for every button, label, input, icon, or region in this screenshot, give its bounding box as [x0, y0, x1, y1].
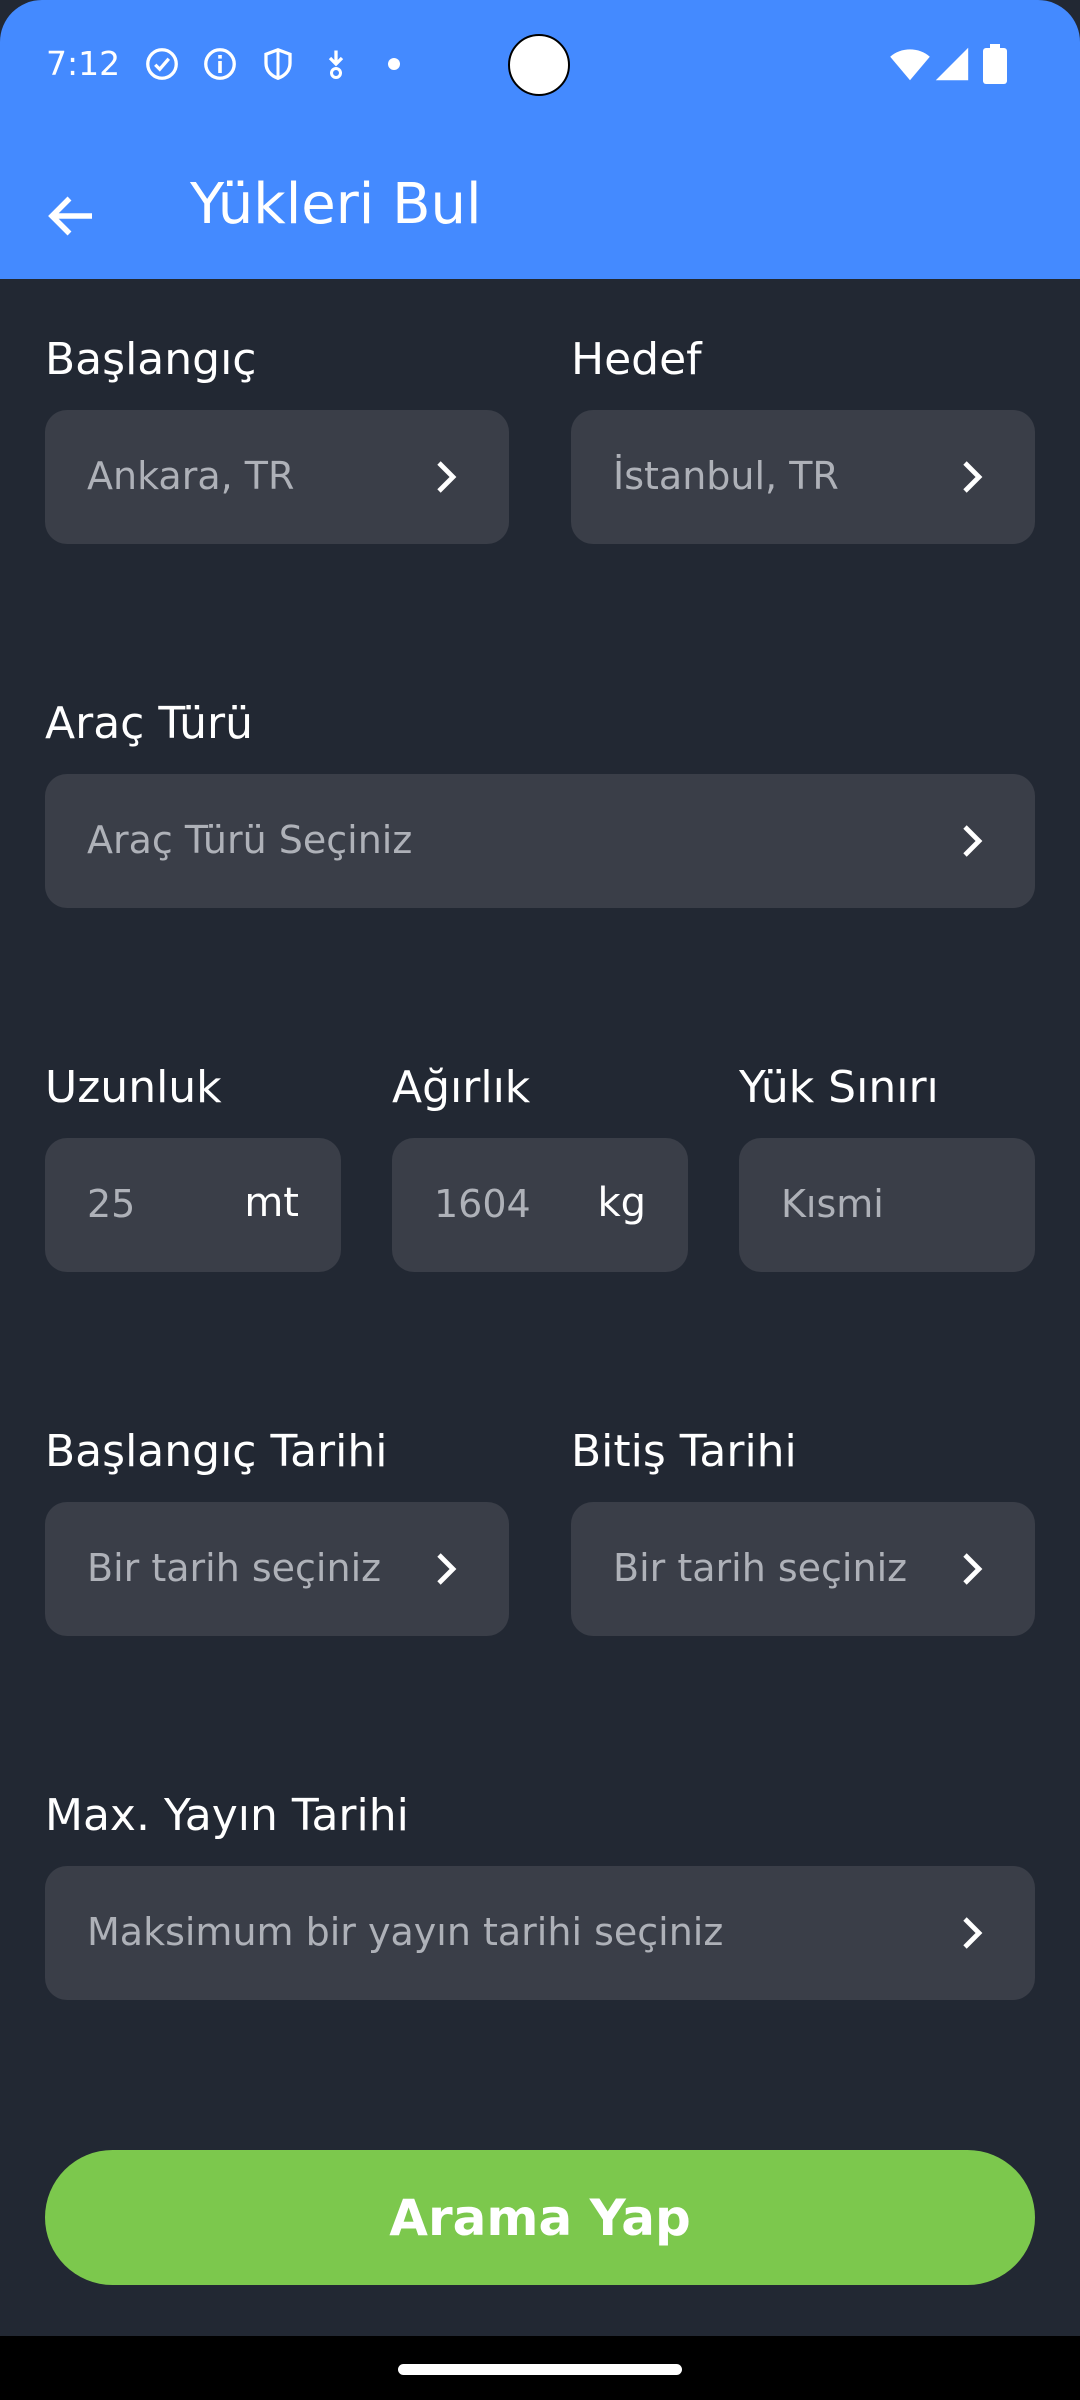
destination-field[interactable]: İstanbul, TR	[571, 410, 1035, 544]
origin-field[interactable]: Ankara, TR	[45, 410, 509, 544]
vehicle-type-field[interactable]: Araç Türü Seçiniz	[45, 774, 1035, 908]
check-circle-icon	[146, 48, 178, 80]
length-input[interactable]: 25 mt	[45, 1138, 341, 1272]
weight-value: 1604	[434, 1182, 531, 1226]
chevron-right-icon	[963, 1553, 983, 1585]
shield-icon	[264, 47, 292, 80]
end-date-placeholder: Bir tarih seçiniz	[613, 1546, 908, 1590]
chevron-right-icon	[963, 461, 983, 493]
max-publish-date-field[interactable]: Maksimum bir yayın tarihi seçiniz	[45, 1866, 1035, 2000]
search-button[interactable]: Arama Yap	[45, 2150, 1035, 2285]
length-value: 25	[87, 1182, 136, 1226]
load-limit-value: Kısmi	[781, 1182, 884, 1226]
weight-input[interactable]: 1604 kg	[392, 1138, 688, 1272]
app-bar: Yükleri Bul	[0, 132, 1080, 279]
status-time: 7:12	[46, 44, 121, 83]
load-limit-field[interactable]: Kısmi	[739, 1138, 1035, 1272]
weight-label: Ağırlık	[392, 1062, 531, 1113]
length-unit: mt	[244, 1180, 299, 1226]
chevron-right-icon	[437, 461, 457, 493]
download-icon	[328, 50, 344, 79]
start-date-placeholder: Bir tarih seçiniz	[87, 1546, 382, 1590]
start-date-label: Başlangıç Tarihi	[45, 1426, 388, 1477]
chevron-right-icon	[437, 1553, 457, 1585]
cellular-signal-icon	[935, 47, 969, 81]
load-limit-label: Yük Sınırı	[739, 1062, 939, 1113]
dot-icon	[388, 58, 400, 70]
page-title: Yükleri Bul	[190, 172, 482, 237]
status-bar: 7:12	[0, 0, 1080, 132]
max-publish-date-label: Max. Yayın Tarihi	[45, 1790, 409, 1841]
vehicle-type-placeholder: Araç Türü Seçiniz	[87, 818, 413, 862]
end-date-field[interactable]: Bir tarih seçiniz	[571, 1502, 1035, 1636]
camera-cutout	[508, 34, 570, 96]
battery-icon	[983, 44, 1007, 84]
vehicle-type-label: Araç Türü	[45, 698, 254, 749]
weight-unit: kg	[597, 1180, 646, 1226]
arrow-back-icon[interactable]	[42, 186, 102, 246]
destination-label: Hedef	[571, 334, 702, 385]
max-publish-date-placeholder: Maksimum bir yayın tarihi seçiniz	[87, 1910, 724, 1954]
end-date-label: Bitiş Tarihi	[571, 1426, 797, 1477]
wifi-icon	[890, 49, 930, 81]
start-date-field[interactable]: Bir tarih seçiniz	[45, 1502, 509, 1636]
length-label: Uzunluk	[45, 1062, 222, 1113]
chevron-right-icon	[963, 1917, 983, 1949]
origin-label: Başlangıç	[45, 334, 257, 385]
info-icon	[204, 48, 236, 80]
destination-value: İstanbul, TR	[613, 454, 839, 498]
home-indicator[interactable]	[398, 2364, 682, 2375]
origin-value: Ankara, TR	[87, 454, 295, 498]
chevron-right-icon	[963, 825, 983, 857]
